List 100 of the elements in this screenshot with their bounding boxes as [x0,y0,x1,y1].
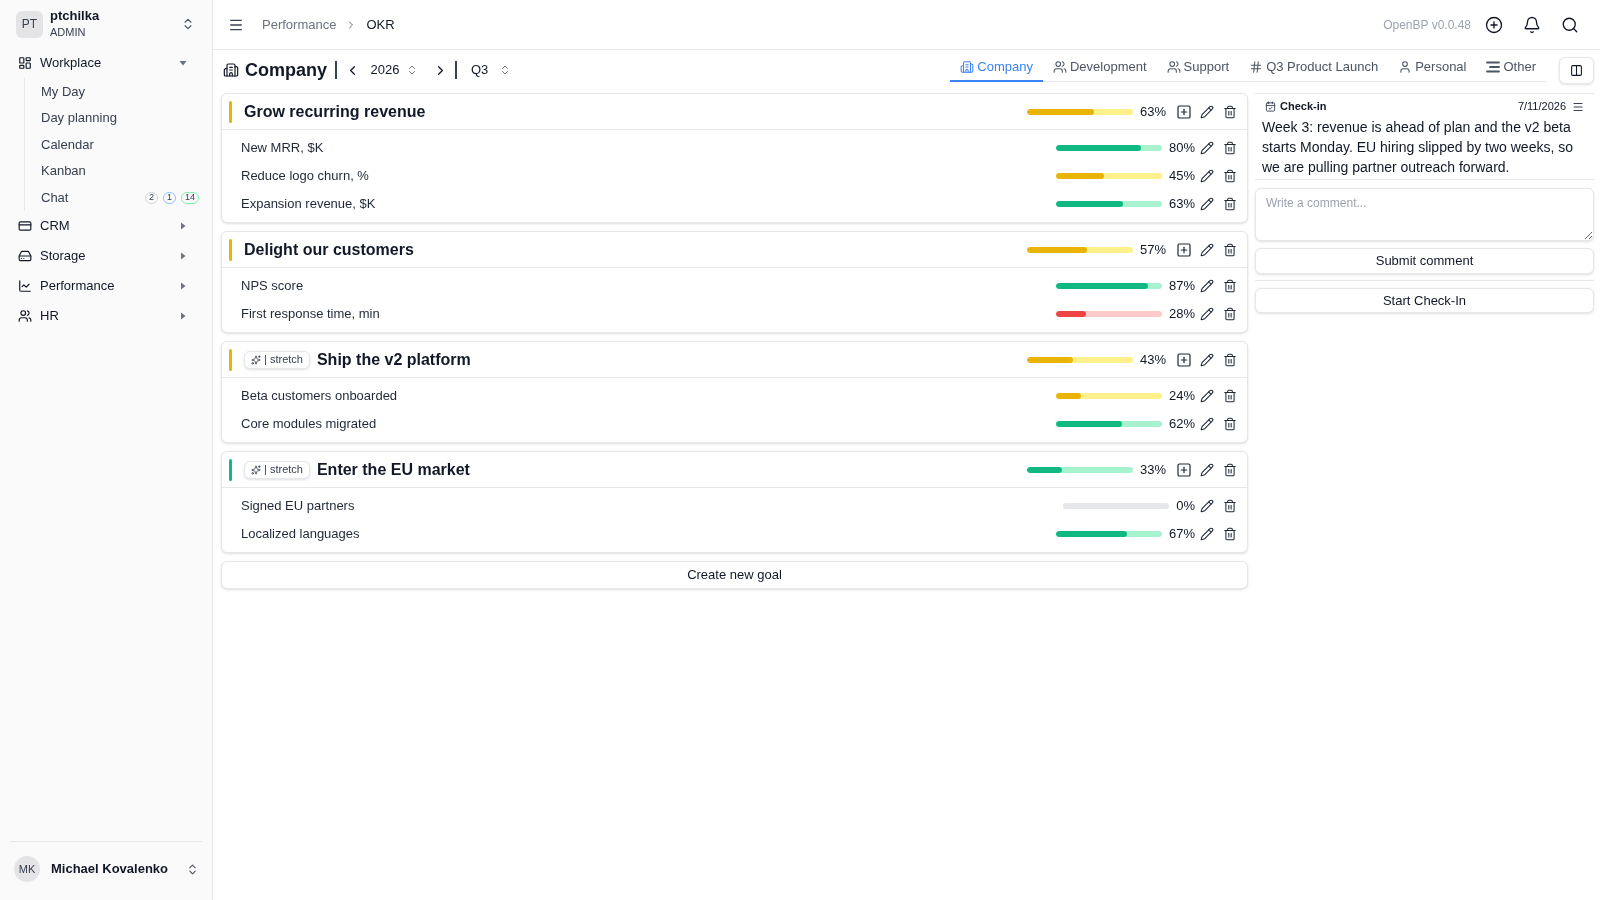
trash-icon [1222,527,1237,541]
tab[interactable]: Development [1043,54,1157,82]
key-result-label: First response time, min [241,305,380,324]
plus-square-icon [1175,461,1192,478]
trash-icon [1222,242,1237,257]
trash-icon [1222,197,1237,211]
sidebar-item[interactable]: HR [8,300,204,331]
trash-icon [1222,169,1237,183]
checkin-date: 7/11/2026 [1517,99,1566,115]
checkin-label: Check-in [1280,99,1327,115]
goal-title: Delight our customers [244,239,414,260]
line-chart-icon [18,278,32,293]
goal-title: Ship the v2 platform [316,349,471,370]
pencil-icon [1199,389,1214,403]
user-avatar: MK [14,856,40,882]
pencil-icon [1199,197,1214,211]
dashboard-icon [18,56,32,70]
trash-icon [1222,307,1237,321]
pencil-icon [1199,417,1214,431]
trash-icon [1222,499,1237,513]
tab[interactable]: Company [950,54,1043,82]
progress-percent: 63% [1139,102,1166,121]
users-icon [1166,60,1181,74]
plus-square-icon [1175,241,1192,258]
menu-icon[interactable] [1572,100,1584,113]
hash-icon [1249,60,1264,74]
search-icon [1561,15,1579,34]
trash-icon [1222,389,1237,403]
goal-title: Enter the EU market [316,459,470,480]
progress-percent: 67% [1168,525,1195,544]
sparkles-icon [251,354,261,365]
building-icon [960,60,975,74]
stretch-tag: | stretch [244,460,310,479]
bell-icon [1523,15,1541,34]
trash-icon [1222,352,1237,367]
chevrons-up-down-icon[interactable] [186,862,199,876]
sidebar-item[interactable]: Storage [8,240,204,271]
stretch-tag: | stretch [244,350,310,369]
sidebar-subitem[interactable]: Chat 2 1 14 [33,184,204,211]
progress-percent: 62% [1168,415,1195,434]
version-label: OpenBP v0.0.48 [1383,16,1471,34]
goal-title: Grow recurring revenue [244,101,426,122]
progress-percent: 63% [1168,195,1195,214]
checkin-text: Week 3: revenue is ahead of plan and the v2 beta starts Monday. EU hiring slipped by two weeks, so we are pulling partner outreach forward. [1261,118,1574,177]
progress-percent: 0% [1176,497,1195,516]
user-name: Michael Kovalenko [51,860,169,879]
tab[interactable]: Q3 Product Launch [1239,54,1389,82]
sidebar-subitem[interactable]: My Day [33,78,204,105]
workspace-avatar: PT [16,10,43,38]
key-result-label: Expansion revenue, $K [241,195,376,214]
progress-percent: 80% [1168,139,1195,158]
breadcrumb-current: OKR [366,15,395,34]
key-result-label: Core modules migrated [241,415,377,434]
breadcrumb-link[interactable]: Performance [262,14,337,35]
sidebar-item[interactable]: Workplace [8,48,204,78]
trash-icon [1222,417,1237,431]
key-result-label: Beta customers onboarded [241,387,398,406]
pencil-icon [1199,242,1214,257]
sidebar-subitem[interactable]: Day planning [33,104,204,132]
tab[interactable]: Support [1156,54,1240,82]
calendar-check-icon [1265,101,1276,112]
sidebar-subitem[interactable]: Calendar [33,131,204,158]
trash-icon [1222,141,1237,155]
submit-comment-button[interactable]: Submit comment [1255,248,1594,274]
pencil-icon [1199,104,1214,119]
sparkles-icon [251,464,261,475]
progress-percent: 43% [1139,350,1166,369]
trash-icon [1222,462,1237,477]
drive-icon [18,248,32,263]
page-title: Company [245,58,327,82]
key-result-label: Localized languages [241,525,360,544]
sidebar-subitem[interactable]: Kanban [33,157,204,185]
plus-square-icon [1175,351,1192,368]
tab[interactable]: Other [1476,54,1546,82]
tab[interactable]: Personal [1388,54,1477,82]
sidebar-item[interactable]: CRM [8,210,204,241]
progress-percent: 87% [1168,277,1195,296]
pencil-icon [1199,169,1214,183]
pencil-icon [1199,141,1214,155]
year-select[interactable]: 2026 [370,58,419,82]
users-icon [18,308,32,323]
key-result-label: NPS score [241,277,304,296]
start-checkin-button[interactable]: Start Check-In [1255,288,1594,313]
progress-percent: 57% [1139,240,1166,259]
progress-percent: 33% [1139,460,1166,479]
pencil-icon [1199,352,1214,367]
progress-percent: 28% [1168,305,1195,324]
pencil-icon [1199,307,1214,321]
quarter-select[interactable]: Q3 [470,58,512,82]
key-result-label: New MRR, $K [241,139,324,158]
panel-toggle-button[interactable] [1559,56,1594,84]
building-icon [223,62,239,78]
sidebar-item[interactable]: Performance [8,270,204,301]
pencil-icon [1199,462,1214,477]
comment-field[interactable]: Write a comment... [1255,188,1594,241]
create-goal-button[interactable]: Create new goal [221,561,1248,589]
pencil-icon [1199,499,1214,513]
columns-icon [1570,63,1583,77]
progress-percent: 45% [1168,167,1195,186]
trash-icon [1222,104,1237,119]
